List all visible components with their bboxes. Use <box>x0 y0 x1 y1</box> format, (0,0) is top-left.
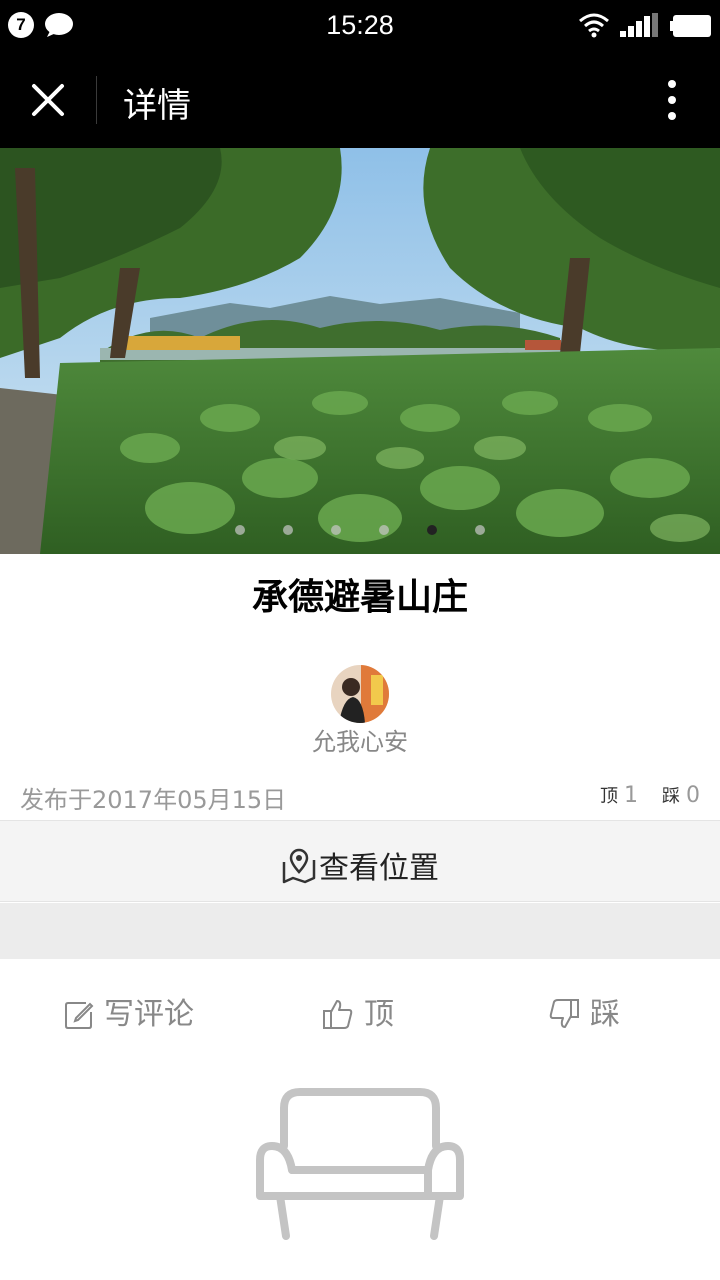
status-bar: 7 15:28 <box>0 0 720 52</box>
up-count: 1 <box>624 783 638 808</box>
thumbs-down-icon <box>549 999 579 1028</box>
section-divider <box>0 903 720 959</box>
post-title: 承德避暑山庄 <box>251 577 468 618</box>
edit-icon <box>65 1002 94 1029</box>
view-location-button[interactable]: 查看位置 <box>0 820 720 902</box>
gallery-dot[interactable] <box>331 525 341 535</box>
sofa-icon <box>256 1088 464 1240</box>
down-count: 0 <box>686 783 700 808</box>
avatar[interactable] <box>331 665 389 723</box>
map-pin-icon <box>282 848 316 884</box>
gallery-dot[interactable] <box>475 525 485 535</box>
signal-icon <box>620 13 658 37</box>
battery-icon <box>670 15 711 37</box>
gallery-dot[interactable] <box>379 525 389 535</box>
thumbs-up-button[interactable]: 顶 <box>322 989 394 1033</box>
gallery-dot[interactable] <box>283 525 293 535</box>
up-count-label: 顶 <box>600 786 618 807</box>
vote-summary: 顶1 踩0 <box>600 782 700 808</box>
lotus-pond-photo <box>0 148 720 554</box>
action-bar: 写评论 顶 踩 <box>0 959 720 1059</box>
view-location-label: 查看位置 <box>319 851 439 886</box>
down-count-label: 踩 <box>662 786 680 807</box>
author-name[interactable]: 允我心安 <box>0 722 720 757</box>
thumbs-up-icon <box>323 1000 353 1029</box>
gallery-dot-active[interactable] <box>427 525 437 535</box>
thumbs-down-label: 踩 <box>590 997 620 1032</box>
photo-gallery[interactable] <box>0 148 720 554</box>
nav-divider <box>96 76 97 124</box>
write-comment-label: 写评论 <box>104 997 194 1032</box>
gallery-dot[interactable] <box>235 525 245 535</box>
wifi-icon <box>579 13 609 38</box>
thumbs-down-button[interactable]: 踩 <box>548 989 620 1033</box>
publish-date: 发布于2017年05月15日 <box>20 786 287 814</box>
write-comment-button[interactable]: 写评论 <box>64 989 194 1033</box>
view-location-content: 查看位置 <box>0 843 720 887</box>
more-vertical-icon[interactable] <box>650 76 694 124</box>
nav-bar: 详情 <box>0 52 720 148</box>
page-title: 详情 <box>123 86 191 126</box>
status-time: 15:28 <box>326 10 394 40</box>
close-icon[interactable] <box>24 76 72 124</box>
gallery-indicator <box>0 520 720 539</box>
thumbs-up-label: 顶 <box>364 997 394 1032</box>
